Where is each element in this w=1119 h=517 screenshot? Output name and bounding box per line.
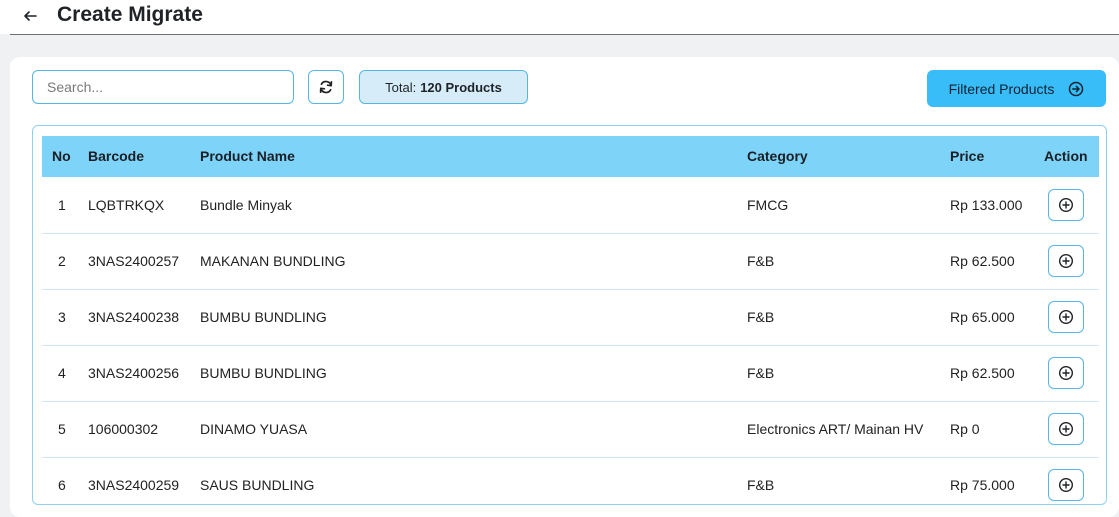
cell-no: 2 — [58, 253, 66, 269]
cell-product-name: BUMBU BUNDLING — [200, 309, 327, 325]
add-product-button[interactable] — [1048, 245, 1084, 277]
cell-price: Rp 65.000 — [950, 309, 1015, 325]
column-header-no: No — [52, 148, 71, 164]
table-row: 6 3NAS2400259 SAUS BUNDLING F&B Rp 75.000 — [42, 457, 1099, 504]
column-header-product-name: Product Name — [200, 148, 295, 164]
refresh-icon — [319, 80, 333, 94]
column-header-barcode: Barcode — [88, 148, 145, 164]
plus-circle-icon — [1058, 365, 1074, 381]
plus-circle-icon — [1058, 253, 1074, 269]
cell-barcode: 3NAS2400257 — [88, 253, 180, 269]
cell-category: FMCG — [747, 197, 789, 213]
table-row: 4 3NAS2400256 BUMBU BUNDLING F&B Rp 62.500 — [42, 345, 1099, 402]
column-header-action: Action — [1044, 148, 1088, 164]
cell-category: F&B — [747, 365, 775, 381]
cell-barcode: 106000302 — [88, 421, 159, 437]
cell-barcode: 3NAS2400256 — [88, 365, 180, 381]
cell-price: Rp 62.500 — [950, 365, 1015, 381]
cell-price: Rp 62.500 — [950, 253, 1015, 269]
arrow-right-circle-icon — [1069, 81, 1084, 96]
filtered-products-label: Filtered Products — [948, 80, 1055, 97]
filtered-products-button[interactable]: Filtered Products — [927, 70, 1106, 107]
cell-price: Rp 75.000 — [950, 477, 1015, 493]
add-product-button[interactable] — [1048, 357, 1084, 389]
search-input[interactable] — [32, 70, 294, 104]
add-product-button[interactable] — [1048, 189, 1084, 221]
cell-barcode: LQBTRKQX — [88, 197, 165, 213]
cell-no: 5 — [58, 421, 66, 437]
table-row: 1 LQBTRKQX Bundle Minyak FMCG Rp 133.000 — [42, 177, 1099, 234]
table-header-row: No Barcode Product Name Category Price A… — [42, 136, 1099, 177]
table-row: 5 106000302 DINAMO YUASA Electronics ART/ M… — [42, 401, 1099, 458]
cell-no: 4 — [58, 365, 66, 381]
cell-price: Rp 0 — [950, 421, 980, 437]
page-header: Create Migrate — [0, 0, 1119, 34]
page-title: Create Migrate — [57, 3, 203, 26]
cell-no: 6 — [58, 477, 66, 493]
cell-product-name: SAUS BUNDLING — [200, 477, 315, 493]
table-row: 3 3NAS2400238 BUMBU BUNDLING F&B Rp 65.000 — [42, 289, 1099, 346]
products-table: No Barcode Product Name Category Price A… — [32, 125, 1107, 505]
plus-circle-icon — [1058, 477, 1074, 493]
total-label: Total: — [385, 79, 417, 95]
table-row: 2 3NAS2400257 MAKANAN BUNDLING F&B Rp 62.500 — [42, 233, 1099, 290]
cell-category: F&B — [747, 253, 775, 269]
total-value: 120 Products — [420, 79, 502, 95]
plus-circle-icon — [1058, 197, 1074, 213]
add-product-button[interactable] — [1048, 301, 1084, 333]
cell-category: F&B — [747, 477, 775, 493]
cell-product-name: Bundle Minyak — [200, 197, 292, 213]
plus-circle-icon — [1058, 309, 1074, 325]
cell-no: 3 — [58, 309, 66, 325]
cell-no: 1 — [58, 197, 66, 213]
cell-product-name: DINAMO YUASA — [200, 421, 308, 437]
plus-circle-icon — [1058, 421, 1074, 437]
arrow-left-icon[interactable] — [22, 8, 38, 24]
cell-category: Electronics ART/ Mainan HV — [747, 421, 924, 437]
cell-product-name: BUMBU BUNDLING — [200, 365, 327, 381]
header-divider — [10, 34, 1119, 35]
add-product-button[interactable] — [1048, 469, 1084, 501]
cell-category: F&B — [747, 309, 775, 325]
column-header-price: Price — [950, 148, 985, 164]
column-header-category: Category — [747, 148, 808, 164]
cell-barcode: 3NAS2400259 — [88, 477, 180, 493]
cell-price: Rp 133.000 — [950, 197, 1023, 213]
cell-barcode: 3NAS2400238 — [88, 309, 180, 325]
add-product-button[interactable] — [1048, 413, 1084, 445]
refresh-button[interactable] — [308, 70, 344, 104]
total-products-badge: Total: 120 Products — [359, 70, 528, 104]
cell-product-name: MAKANAN BUNDLING — [200, 253, 346, 269]
